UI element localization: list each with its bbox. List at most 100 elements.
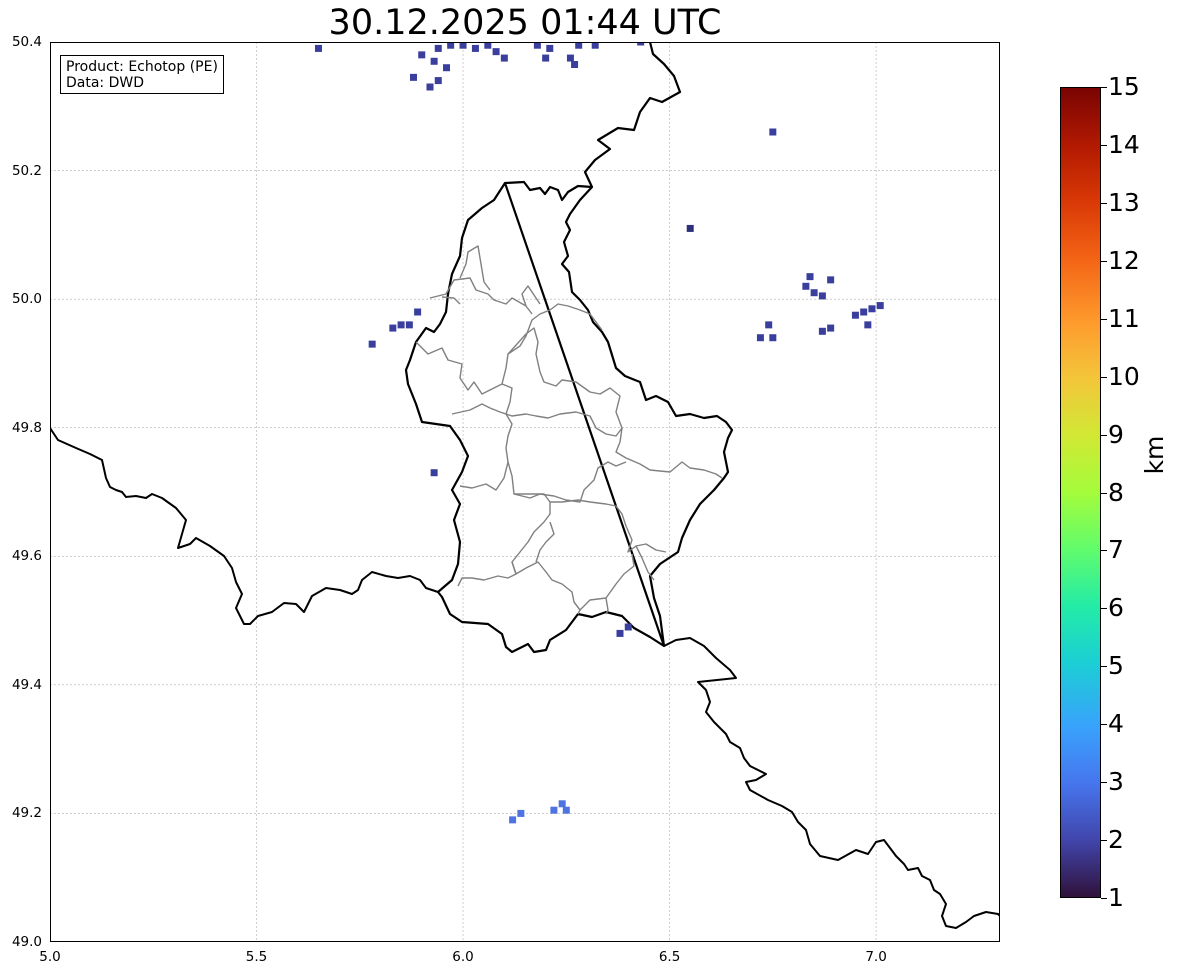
colorbar-tick-label: 11	[1108, 303, 1140, 333]
luxembourg-border	[404, 42, 734, 654]
echo-cell	[368, 340, 376, 348]
echo-cell	[769, 334, 777, 342]
lat-tick-label: 49.6	[11, 548, 42, 565]
lat-tick-label: 49.8	[11, 419, 42, 436]
echo-cell	[314, 44, 322, 52]
country-border-south	[663, 637, 1000, 929]
echo-cell	[860, 308, 868, 316]
colorbar-tick-mark	[1101, 492, 1107, 494]
lat-tick-label: 49.0	[11, 934, 42, 950]
echo-cell	[434, 77, 442, 85]
echo-cell	[802, 282, 810, 290]
echo-cell	[591, 42, 599, 49]
echo-cell	[405, 321, 413, 329]
echo-cell	[426, 83, 434, 91]
echo-cell	[765, 321, 773, 329]
colorbar-tick-label: 6	[1108, 593, 1124, 623]
colorbar-tick-mark	[1101, 898, 1107, 899]
lat-tick-label: 50.0	[11, 291, 42, 308]
echotop-cells	[314, 42, 884, 824]
echo-cell	[500, 54, 508, 62]
colorbar-tick-label: 14	[1108, 129, 1140, 159]
map-panel	[50, 42, 1000, 942]
echo-cell	[566, 54, 574, 62]
colorbar-tick-label: 2	[1108, 825, 1124, 855]
product-label: Product: Echotop (PE)	[66, 59, 218, 75]
map-title: 30.12.2025 01:44 UTC	[328, 3, 722, 43]
echo-cell	[616, 629, 624, 637]
echo-cell	[459, 42, 467, 49]
echo-cell	[876, 302, 884, 310]
echo-cell	[509, 816, 517, 824]
colorbar-tick-label: 7	[1108, 535, 1124, 565]
colorbar-tick-mark	[1101, 376, 1107, 378]
colorbar-tick-mark	[1101, 550, 1107, 552]
echo-cell	[827, 276, 835, 284]
colorbar-tick-mark	[1101, 202, 1107, 204]
echo-cell	[409, 73, 417, 81]
colorbar-tick-mark	[1101, 318, 1107, 320]
echo-cell	[397, 321, 405, 329]
colorbar-tick-label: 13	[1108, 187, 1140, 217]
colorbar-tick-mark	[1101, 434, 1107, 436]
map-frame-border	[50, 42, 1000, 942]
colorbar-tick-mark	[1101, 608, 1107, 610]
lat-tick-label: 49.4	[11, 676, 42, 693]
echo-cell	[546, 44, 554, 52]
lat-tick-label: 50.4	[11, 34, 42, 50]
echo-cell	[418, 51, 426, 59]
product-info-box: Product: Echotop (PE) Data: DWD	[60, 55, 224, 94]
echo-cell	[806, 273, 814, 281]
colorbar-tick-label: 5	[1108, 651, 1124, 681]
echo-cell	[756, 334, 764, 342]
echo-cell	[550, 806, 558, 814]
echo-cell	[484, 42, 492, 49]
echo-cell	[434, 44, 442, 52]
echo-cell	[571, 61, 579, 68]
echo-cell	[868, 305, 876, 313]
canton-boundaries	[415, 245, 723, 615]
echo-cell	[686, 224, 694, 232]
echo-cell	[430, 469, 438, 477]
colorbar-tick-mark	[1101, 260, 1107, 262]
colorbar-tick-label: 8	[1108, 477, 1124, 507]
echo-cell	[827, 324, 835, 332]
echo-cell	[414, 308, 422, 316]
colorbar-tick-mark	[1101, 782, 1107, 784]
echo-cell	[492, 48, 500, 56]
map-canvas	[50, 42, 1000, 942]
echo-cell	[443, 64, 451, 72]
echo-cell	[389, 324, 397, 332]
colorbar-tick-label: 9	[1108, 419, 1124, 449]
colorbar-tick-label: 3	[1108, 767, 1124, 797]
echo-cell	[864, 321, 872, 329]
colorbar-tick-label: 1	[1108, 883, 1124, 912]
colorbar-tick-mark	[1101, 724, 1107, 726]
lon-tick-label: 6.5	[658, 949, 681, 965]
echo-cell	[562, 806, 570, 814]
echo-cell	[447, 42, 455, 49]
lon-tick-label: 6.0	[452, 949, 474, 965]
colorbar-unit-label: km	[1140, 435, 1169, 475]
country-border-west	[50, 427, 439, 625]
lat-tick-label: 50.2	[11, 162, 42, 179]
colorbar-tick-label: 12	[1108, 245, 1140, 275]
echo-cell	[430, 57, 438, 65]
echo-cell	[558, 800, 566, 808]
colorbar-tick-label: 15	[1108, 72, 1140, 101]
echo-cell	[769, 128, 777, 136]
colorbar	[1060, 87, 1101, 898]
echo-cell	[810, 289, 818, 297]
echo-cell	[818, 292, 826, 300]
echo-cell	[575, 42, 583, 49]
echo-cell	[533, 42, 541, 49]
colorbar-tick-label: 4	[1108, 709, 1124, 739]
grid-lines	[50, 42, 1000, 942]
colorbar-tick-mark	[1101, 666, 1107, 668]
colorbar-tick-mark	[1101, 87, 1107, 88]
colorbar-tick-mark	[1101, 144, 1107, 146]
lon-tick-label: 5.5	[245, 949, 268, 965]
echo-cell	[517, 809, 525, 817]
echo-cell	[624, 623, 632, 631]
echo-cell	[818, 327, 826, 335]
